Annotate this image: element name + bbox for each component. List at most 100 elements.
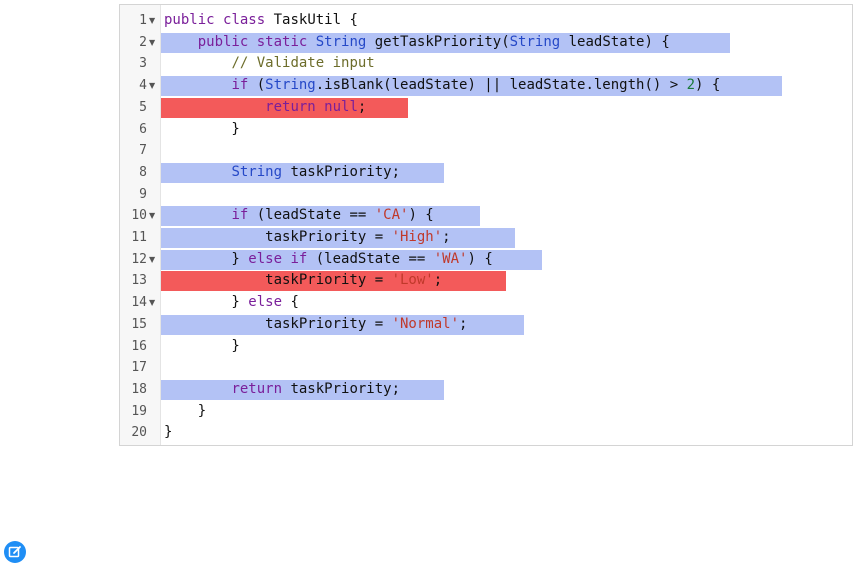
code-token: public	[197, 33, 249, 50]
code-text: if (leadState == 'CA') {	[164, 205, 434, 227]
fold-arrow-icon[interactable]: ▼	[149, 32, 157, 54]
code-line[interactable]: 9	[120, 184, 852, 206]
code-token: 'High'	[391, 229, 443, 245]
code-editor[interactable]: 1 ▼ public class TaskUtil {2 ▼ public stati…	[119, 4, 853, 446]
code-token: }	[164, 424, 173, 441]
code-line[interactable]: 16 }	[120, 336, 852, 358]
code-token: ) {	[408, 207, 434, 224]
code-token: getTaskPriority(	[366, 33, 510, 50]
code-text: }	[164, 119, 240, 141]
code-line[interactable]: 14 ▼ } else {	[120, 292, 852, 314]
fold-arrow-icon[interactable]: ▼	[149, 75, 157, 97]
code-line[interactable]: 12 ▼ } else if (leadState == 'WA') {	[120, 249, 852, 271]
code-token: }	[164, 337, 240, 354]
code-token: return	[265, 98, 316, 115]
code-line[interactable]: 10 ▼ if (leadState == 'CA') {	[120, 205, 852, 227]
code-token: {	[282, 294, 299, 311]
code-line[interactable]: 3 // Validate input	[120, 53, 852, 75]
code-token: (leadState ==	[307, 250, 434, 267]
edit-icon-glyph	[8, 546, 21, 558]
code-line[interactable]: 2 ▼ public static String getTaskPriority(…	[120, 32, 852, 54]
code-token: }	[164, 402, 207, 419]
line-number: 3	[139, 56, 147, 72]
line-number: 10	[131, 208, 147, 224]
code-text: taskPriority = 'Low';	[164, 270, 442, 292]
code-token: }	[164, 294, 249, 311]
code-token: }	[164, 120, 240, 137]
code-token: String	[509, 33, 561, 50]
code-text: taskPriority = 'High';	[164, 227, 450, 249]
code-text: taskPriority = 'Normal';	[164, 314, 467, 336]
line-number: 4	[139, 78, 147, 94]
code-token: return	[231, 380, 283, 397]
code-text: // Validate input	[164, 53, 375, 75]
line-number: 2	[139, 34, 147, 50]
line-number: 1	[139, 13, 147, 28]
code-token: (leadState ==	[248, 207, 375, 224]
code-text: if (String.isBlank(leadState) || leadSta…	[164, 75, 720, 97]
line-number: 19	[131, 403, 147, 419]
line-number: 6	[139, 121, 147, 137]
code-text: public class TaskUtil {	[164, 10, 358, 32]
line-number: 5	[139, 99, 147, 115]
code-token: if	[231, 207, 249, 224]
code-token: if	[290, 250, 308, 267]
code-token: 2	[686, 77, 696, 94]
code-line[interactable]: 4 ▼ if (String.isBlank(leadState) || lead…	[120, 75, 852, 97]
code-text: }	[164, 336, 240, 358]
code-token: taskPriority;	[282, 163, 401, 180]
code-token: public	[164, 12, 215, 28]
line-number: 15	[131, 316, 147, 332]
code-line[interactable]: 19 }	[120, 401, 852, 423]
code-token: else	[248, 250, 283, 267]
code-token: ;	[357, 98, 367, 115]
line-number: 9	[139, 186, 147, 202]
code-line[interactable]: 15 taskPriority = 'Normal';	[120, 314, 852, 336]
code-line[interactable]: 1 ▼ public class TaskUtil {	[120, 10, 852, 32]
code-token: (	[248, 77, 266, 94]
code-token: taskPriority =	[164, 229, 392, 245]
code-token: ) {	[695, 77, 721, 94]
code-token: if	[231, 77, 249, 94]
edit-icon[interactable]	[4, 541, 26, 563]
code-line[interactable]: 18 return taskPriority;	[120, 379, 852, 401]
code-token: class	[223, 12, 266, 28]
code-line[interactable]: 5 return null;	[120, 97, 852, 119]
code-token: TaskUtil {	[265, 12, 358, 28]
code-token: }	[164, 250, 249, 267]
code-line[interactable]: 7	[120, 140, 852, 162]
code-token: ;	[459, 315, 468, 332]
code-token: // Validate input	[231, 55, 375, 72]
code-line[interactable]: 8 String taskPriority;	[120, 162, 852, 184]
code-token: leadState) {	[560, 33, 670, 50]
line-number: 16	[131, 338, 147, 354]
code-token: 'Normal'	[391, 315, 460, 332]
fold-arrow-icon[interactable]: ▼	[149, 205, 157, 227]
code-line[interactable]: 17	[120, 357, 852, 379]
fold-arrow-icon[interactable]: ▼	[149, 10, 157, 32]
code-line[interactable]: 11 taskPriority = 'High';	[120, 227, 852, 249]
line-number: 8	[139, 164, 147, 180]
code-token: .isBlank(leadState) || leadState.length(…	[315, 77, 687, 94]
fold-arrow-icon[interactable]: ▼	[149, 292, 157, 314]
code-line[interactable]: 13 taskPriority = 'Low';	[120, 270, 852, 292]
line-number: 13	[131, 273, 147, 289]
code-token: static	[256, 33, 308, 50]
code-token: taskPriority;	[282, 380, 401, 397]
code-token: null	[324, 98, 358, 115]
code-line[interactable]: 20}	[120, 422, 852, 444]
line-number: 18	[131, 381, 147, 397]
line-number: 20	[131, 425, 147, 441]
code-token: taskPriority =	[164, 315, 392, 332]
fold-arrow-icon[interactable]: ▼	[149, 249, 157, 271]
code-line[interactable]: 6 }	[120, 119, 852, 141]
